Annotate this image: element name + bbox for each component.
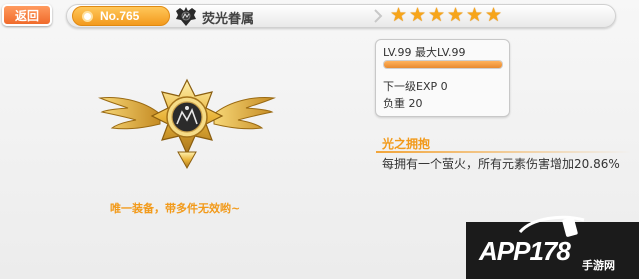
exp-progress-bar — [383, 60, 503, 69]
item-number: No.765 — [100, 9, 140, 23]
star-icon: ★ — [485, 4, 503, 26]
equipment-detail-screen: 返回 No.765 荧光眷属 ★ ★ ★ ★ ★ ★ 唯一装备，带多件无效哟~ … — [0, 0, 639, 279]
winged-star-emblem-icon — [99, 78, 275, 170]
unique-equip-note: 唯一装备，带多件无效哟~ — [110, 202, 241, 215]
back-button[interactable]: 返回 — [2, 4, 52, 26]
stats-card: LV.99 最大LV.99 下一级EXP 0 负重 20 — [375, 39, 510, 117]
rarity-stars: ★ ★ ★ ★ ★ ★ — [390, 5, 503, 27]
next-exp-text: 下一级EXP 0 — [383, 80, 448, 93]
chevron-right-icon — [374, 9, 383, 23]
number-dot-icon — [82, 10, 93, 22]
phone-logo-icon — [518, 215, 585, 237]
dark-crest-icon — [176, 7, 196, 26]
item-name: 荧光眷属 — [202, 12, 255, 27]
star-icon: ★ — [428, 4, 446, 26]
item-number-pill: No.765 — [72, 6, 170, 26]
skill-title: 光之拥抱 — [382, 137, 431, 151]
skill-description: 每拥有一个萤火，所有元素伤害增加20.86% — [382, 157, 620, 171]
star-icon: ★ — [447, 4, 465, 26]
exp-progress-fill — [384, 61, 502, 68]
watermark-sub: 手游网 — [582, 259, 615, 272]
level-text: LV.99 最大LV.99 — [383, 46, 466, 59]
load-text: 负重 20 — [383, 97, 423, 110]
watermark-brand: APP178 — [479, 236, 571, 266]
star-icon: ★ — [390, 4, 408, 26]
star-icon: ★ — [466, 4, 484, 26]
skill-divider — [376, 151, 631, 153]
star-icon: ★ — [409, 4, 427, 26]
